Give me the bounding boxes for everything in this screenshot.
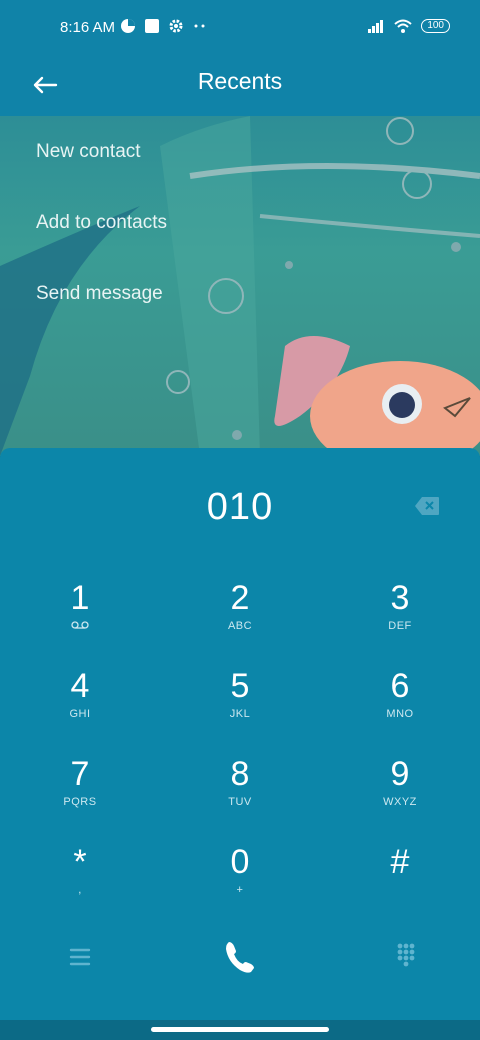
- key-4[interactable]: 4 GHI: [0, 666, 160, 754]
- new-contact-option[interactable]: New contact: [0, 116, 480, 187]
- key-2[interactable]: 2 ABC: [160, 578, 320, 666]
- key-digit: 0: [230, 843, 250, 881]
- key-letters: [320, 884, 480, 898]
- key-7[interactable]: 7 PQRS: [0, 754, 160, 842]
- add-to-contacts-option[interactable]: Add to contacts: [0, 187, 480, 258]
- key-digit: 5: [230, 667, 250, 705]
- key-5[interactable]: 5 JKL: [160, 666, 320, 754]
- signal-icon: [368, 20, 384, 33]
- dialed-number: 010: [206, 486, 274, 528]
- call-icon[interactable]: [215, 932, 265, 982]
- voicemail-icon: [0, 620, 160, 634]
- key-digit: #: [390, 843, 410, 881]
- app-header: Recents: [0, 56, 480, 116]
- key-digit: 1: [70, 579, 90, 617]
- status-bar: 8:16 AM 100: [0, 0, 480, 56]
- square-icon: [145, 19, 159, 33]
- backspace-icon[interactable]: [414, 496, 440, 516]
- key-digit: 6: [390, 667, 410, 705]
- key-letters: DEF: [388, 620, 412, 632]
- more-dots-icon: [194, 24, 205, 28]
- keypad: 1 2 ABC 3 DEF 4 GHI 5 JKL 6 MNO 7 PQRS 8…: [0, 578, 480, 930]
- battery-icon: 100: [421, 19, 450, 33]
- key-letters: GHI: [69, 708, 91, 720]
- key-digit: *: [73, 843, 87, 881]
- key-hash[interactable]: #: [320, 842, 480, 930]
- status-notification-icons: [120, 18, 208, 34]
- key-digit: 2: [230, 579, 250, 617]
- key-letters: TUV: [228, 796, 252, 808]
- key-6[interactable]: 6 MNO: [320, 666, 480, 754]
- page-title: Recents: [197, 68, 283, 94]
- key-letters: ,: [78, 884, 82, 896]
- menu-icon[interactable]: [55, 932, 105, 982]
- key-8[interactable]: 8 TUV: [160, 754, 320, 842]
- key-digit: 4: [70, 667, 90, 705]
- dialer-actions: [0, 932, 480, 982]
- key-digit: 3: [390, 579, 410, 617]
- dialpad-icon[interactable]: [381, 932, 431, 982]
- key-letters: MNO: [386, 708, 414, 720]
- key-letters: +: [236, 884, 244, 896]
- key-letters: WXYZ: [383, 796, 417, 808]
- send-message-option[interactable]: Send message: [0, 258, 480, 329]
- key-letters: ABC: [227, 620, 253, 632]
- key-9[interactable]: 9 WXYZ: [320, 754, 480, 842]
- key-letters: JKL: [229, 708, 251, 720]
- status-time: 8:16 AM: [60, 19, 116, 36]
- key-3[interactable]: 3 DEF: [320, 578, 480, 666]
- key-digit: 9: [390, 755, 410, 793]
- wifi-icon: [394, 19, 412, 33]
- home-indicator[interactable]: [151, 1027, 329, 1032]
- gear-icon: [169, 19, 183, 33]
- recent-actions-menu: New contact Add to contacts Send message: [0, 116, 480, 329]
- key-star[interactable]: * ,: [0, 842, 160, 930]
- key-letters: PQRS: [63, 796, 97, 808]
- key-digit: 8: [230, 755, 250, 793]
- key-digit: 7: [70, 755, 90, 793]
- key-0[interactable]: 0 +: [160, 842, 320, 930]
- key-1[interactable]: 1: [0, 578, 160, 666]
- dialer-panel: 010 1 2 ABC 3 DEF 4 GHI 5 JKL 6 MNO 7 PQ…: [0, 448, 480, 1020]
- pie-icon: [121, 19, 135, 33]
- status-system-icons: 100: [367, 18, 450, 34]
